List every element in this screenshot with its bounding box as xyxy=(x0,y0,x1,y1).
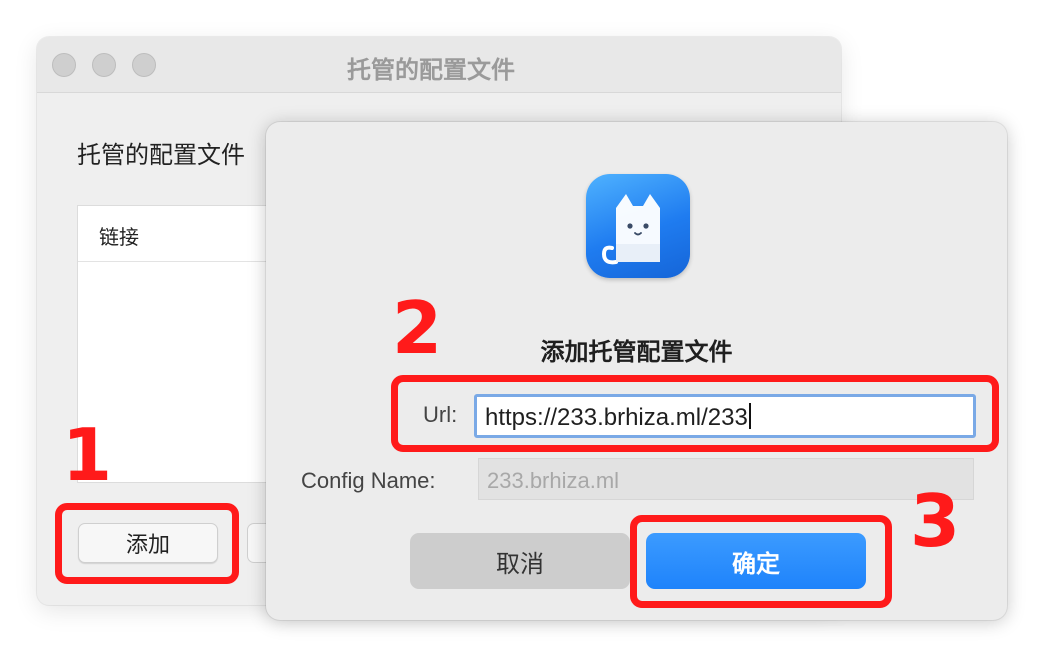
window-titlebar: 托管的配置文件 xyxy=(37,37,841,93)
section-heading: 托管的配置文件 xyxy=(77,141,245,169)
cancel-button[interactable]: 取消 xyxy=(410,533,630,589)
config-name-input[interactable]: 233.brhiza.ml xyxy=(478,458,974,500)
cat-app-icon xyxy=(586,174,690,278)
step-number-2: 2 xyxy=(392,286,443,370)
highlight-step-3 xyxy=(630,515,892,608)
close-window-button[interactable] xyxy=(52,53,76,77)
highlight-step-2 xyxy=(391,375,999,452)
step-number-1: 1 xyxy=(62,413,113,497)
window-title: 托管的配置文件 xyxy=(347,56,515,84)
highlight-step-1 xyxy=(55,503,239,584)
config-name-label: Config Name: xyxy=(301,468,436,493)
zoom-window-button[interactable] xyxy=(132,53,156,77)
step-number-3: 3 xyxy=(910,479,961,563)
dialog-title: 添加托管配置文件 xyxy=(540,338,733,366)
minimize-window-button[interactable] xyxy=(92,53,116,77)
cat-icon-graphic xyxy=(601,194,660,265)
